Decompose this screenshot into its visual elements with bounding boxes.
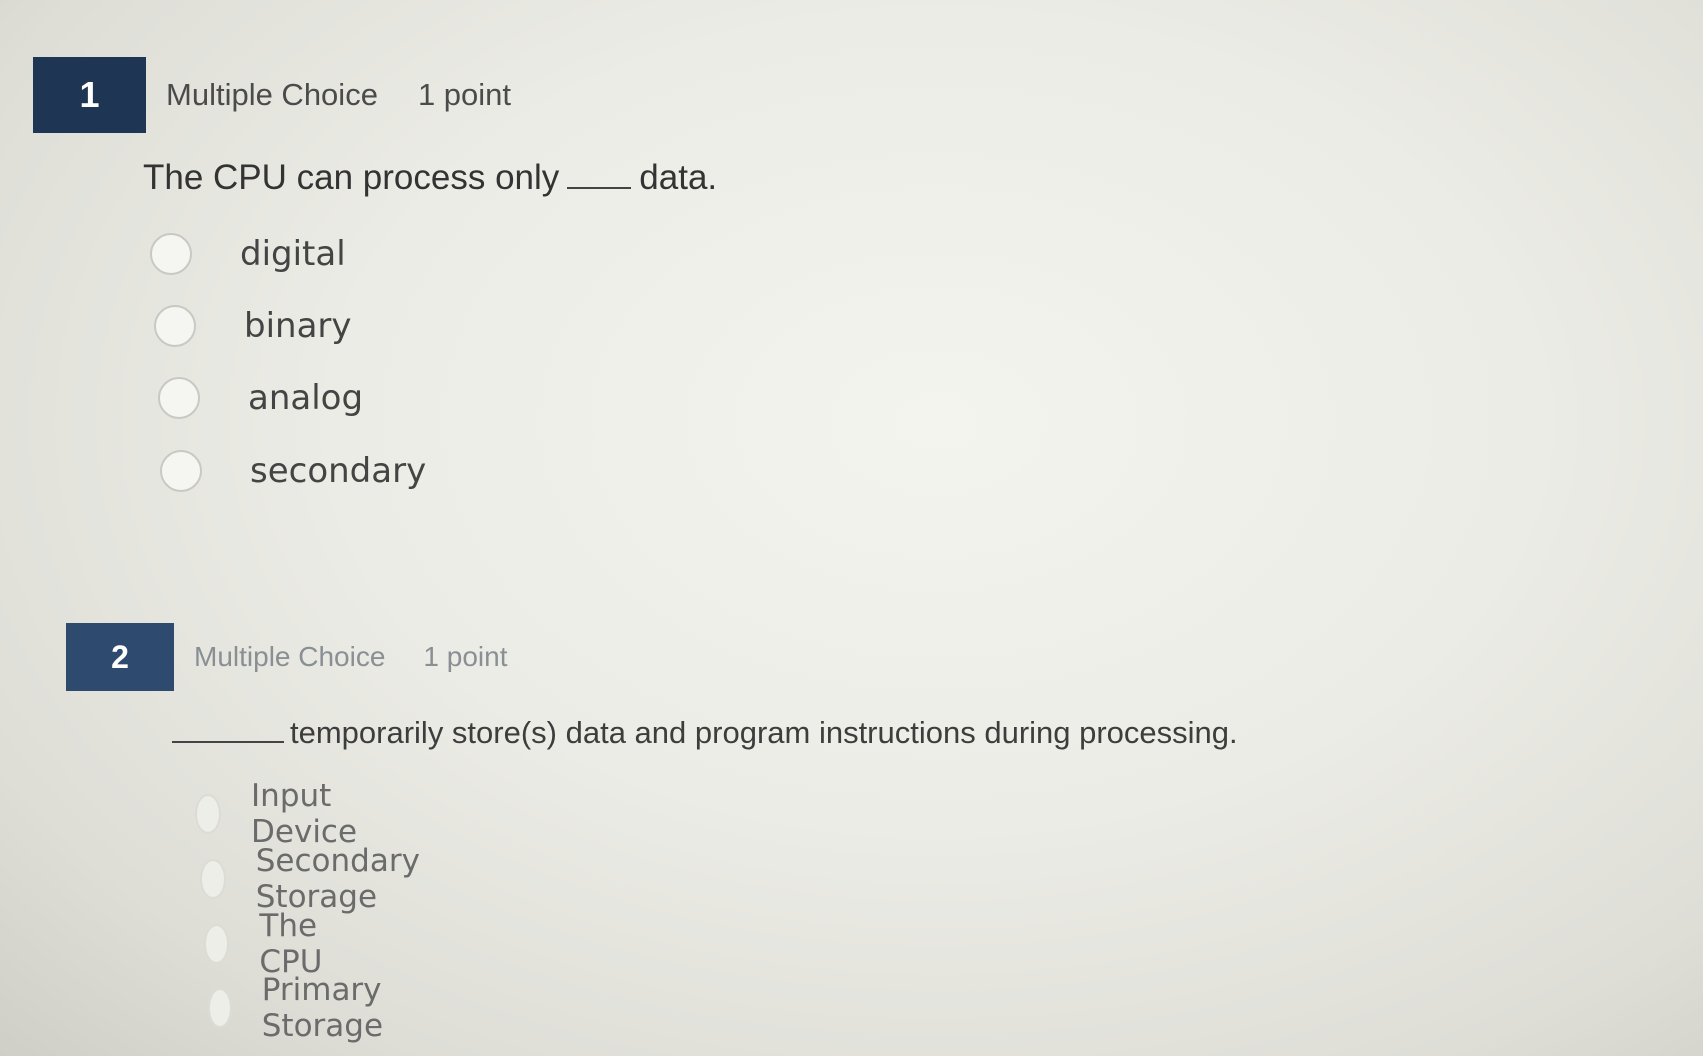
answer-option-secondary-storage[interactable]: Secondary Storage [200, 843, 434, 915]
question-points-label: 1 point [423, 641, 508, 672]
answer-option-secondary[interactable]: secondary [160, 450, 426, 492]
answer-option-primary-storage[interactable]: Primary Storage [208, 972, 399, 1044]
radio-button[interactable] [204, 924, 230, 964]
answer-option-label: Primary Storage [261, 972, 384, 1044]
radio-button[interactable] [160, 450, 202, 492]
answer-option-the-cpu[interactable]: The CPU [204, 908, 337, 980]
fill-in-blank [172, 741, 284, 743]
question-2-header: 2 Multiple Choice 1 point [66, 623, 508, 691]
question-points-label: 1 point [417, 77, 512, 112]
question-number-badge: 1 [33, 57, 146, 133]
radio-button[interactable] [154, 305, 196, 347]
question-number-badge: 2 [66, 623, 174, 691]
radio-button[interactable] [195, 794, 222, 834]
radio-button[interactable] [158, 377, 200, 419]
answer-option-label: binary [244, 306, 352, 346]
question-1-header: 1 Multiple Choice 1 point [33, 57, 511, 133]
prompt-text-before: The CPU can process only [143, 158, 560, 197]
question-type-label: Multiple Choice [194, 641, 386, 672]
answer-option-label: Input Device [251, 778, 358, 850]
prompt-text-after: data. [639, 158, 718, 197]
answer-option-label: secondary [250, 451, 427, 491]
radio-button[interactable] [208, 988, 232, 1028]
question-type-label: Multiple Choice [166, 77, 378, 112]
radio-button[interactable] [150, 233, 192, 275]
answer-option-input-device[interactable]: Input Device [195, 778, 371, 850]
answer-option-analog[interactable]: analog [158, 377, 363, 419]
answer-option-label: Secondary Storage [255, 843, 420, 915]
answer-option-label: The CPU [259, 908, 323, 980]
prompt-text-after: temporarily store(s) data and program in… [290, 715, 1238, 750]
radio-button[interactable] [200, 859, 226, 899]
question-2-prompt: temporarily store(s) data and program in… [172, 715, 1238, 751]
question-1-prompt: The CPU can process only data. [143, 158, 717, 198]
answer-option-label: analog [248, 378, 364, 418]
fill-in-blank [567, 187, 632, 189]
answer-option-digital[interactable]: digital [150, 233, 346, 275]
answer-option-label: digital [240, 234, 346, 274]
answer-option-binary[interactable]: binary [154, 305, 352, 347]
